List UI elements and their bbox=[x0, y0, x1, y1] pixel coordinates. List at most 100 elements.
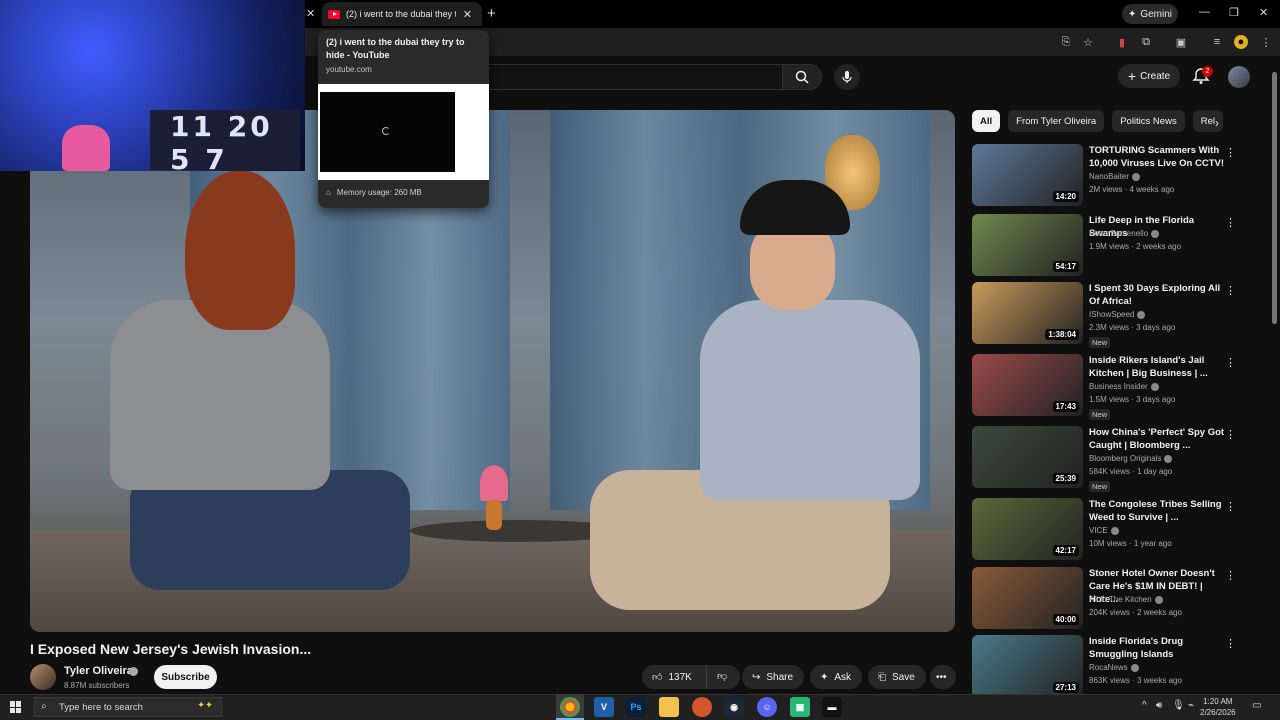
recommendation-item[interactable]: 1:38:04 I Spent 30 Days Exploring All Of … bbox=[972, 282, 1242, 348]
recommendation-channel[interactable]: NanoBaiter bbox=[1089, 172, 1141, 181]
cast-icon[interactable]: ⎘ bbox=[1059, 35, 1073, 49]
recommendation-title[interactable]: I Spent 30 Days Exploring All Of Africa! bbox=[1089, 282, 1227, 308]
mic-tray-icon[interactable]: 🎙︎ bbox=[1172, 700, 1185, 711]
taskbar-search-input[interactable]: ⌕ Type here to search ✦✦ bbox=[34, 697, 222, 717]
browser-tab-active[interactable]: (2) i went to the dubai they try ✕ bbox=[322, 2, 482, 26]
recommendation-title[interactable]: Inside Rikers Island's Jail Kitchen | Bi… bbox=[1089, 354, 1227, 380]
terminal-icon[interactable]: ▬ bbox=[822, 697, 842, 717]
more-options-icon[interactable]: ⋮ bbox=[1225, 284, 1236, 297]
sidepanel-icon[interactable]: ▣ bbox=[1174, 35, 1188, 49]
recommendation-thumbnail[interactable]: 1:38:04 bbox=[972, 282, 1083, 344]
video-duration: 25:39 bbox=[1052, 473, 1079, 484]
recommendation-meta: 204K views · 2 weeks ago bbox=[1089, 608, 1182, 617]
recommendation-thumbnail[interactable]: 17:43 bbox=[972, 354, 1083, 416]
photoshop-icon[interactable]: Ps bbox=[626, 697, 646, 717]
notifications-icon[interactable]: ▭ bbox=[1252, 700, 1261, 711]
memory-icon: ⌂ bbox=[326, 188, 331, 197]
channel-avatar[interactable] bbox=[30, 664, 56, 690]
menu-dots-icon[interactable]: ⋮ bbox=[1259, 35, 1273, 49]
search-input[interactable] bbox=[480, 64, 782, 90]
restore-icon[interactable]: ❐ bbox=[1229, 6, 1239, 19]
recommendation-item[interactable]: 27:13 Inside Florida's Drug Smuggling Isl… bbox=[972, 635, 1242, 701]
gemini-button[interactable]: ✦ Gemini bbox=[1122, 4, 1178, 24]
file-explorer-icon[interactable] bbox=[659, 697, 679, 717]
new-tab-icon[interactable]: + bbox=[487, 5, 496, 22]
network-icon[interactable]: ⌁ bbox=[1188, 700, 1194, 711]
tray-chevron-icon[interactable]: ^ bbox=[1142, 700, 1147, 711]
recommendation-thumbnail[interactable]: 42:17 bbox=[972, 498, 1083, 560]
recommendation-title[interactable]: TORTURING Scammers With 10,000 Viruses L… bbox=[1089, 144, 1227, 170]
subscribe-button[interactable]: Subscribe bbox=[154, 665, 217, 689]
more-actions-button[interactable]: ••• bbox=[930, 665, 956, 689]
like-button[interactable]: 👍︎ 137K bbox=[642, 665, 706, 689]
steam-icon[interactable]: ◉ bbox=[724, 697, 744, 717]
account-avatar[interactable] bbox=[1228, 66, 1250, 88]
recommendation-item[interactable]: 42:17 The Congolese Tribes Selling Weed t… bbox=[972, 498, 1242, 564]
chevron-right-icon[interactable]: › bbox=[1215, 116, 1219, 130]
search-button[interactable] bbox=[782, 64, 822, 90]
close-window-icon[interactable]: ✕ bbox=[1259, 6, 1268, 19]
profile-icon[interactable]: ● bbox=[1234, 35, 1248, 49]
recommendation-title[interactable]: Inside Florida's Drug Smuggling Islands bbox=[1089, 635, 1227, 661]
recommendation-thumbnail[interactable]: 40:00 bbox=[972, 567, 1083, 629]
video-duration: 14:20 bbox=[1052, 191, 1079, 202]
recommendation-channel[interactable]: Bloomberg Originals bbox=[1089, 454, 1173, 463]
bookmark-star-icon[interactable]: ☆ bbox=[1081, 35, 1095, 49]
channel-name[interactable]: Tyler Oliveira bbox=[64, 665, 133, 677]
volume-icon[interactable]: 🔊︎ bbox=[1156, 700, 1162, 711]
voice-search-button[interactable] bbox=[834, 64, 860, 90]
video-player[interactable] bbox=[30, 110, 955, 632]
windows-start-icon[interactable] bbox=[10, 701, 22, 713]
recommendation-item[interactable]: 54:17 Life Deep in the Florida Swamps Pete… bbox=[972, 214, 1242, 280]
recommendation-item[interactable]: 17:43 Inside Rikers Island's Jail Kitchen… bbox=[972, 354, 1242, 420]
recommendation-item[interactable]: 25:39 How China's 'Perfect' Spy Got Caugh… bbox=[972, 426, 1242, 492]
share-button[interactable]: ↪ Share bbox=[742, 665, 804, 689]
brave-icon[interactable] bbox=[692, 697, 712, 717]
scrollbar-thumb[interactable] bbox=[1272, 72, 1277, 324]
ask-button[interactable]: ✦ Ask bbox=[810, 665, 862, 689]
video-duration: 40:00 bbox=[1052, 614, 1079, 625]
more-options-icon[interactable]: ⋮ bbox=[1225, 637, 1236, 650]
app-icon[interactable]: ▦ bbox=[790, 697, 810, 717]
chip-from-channel[interactable]: From Tyler Oliveira bbox=[1008, 110, 1105, 132]
recommendation-title[interactable]: The Congolese Tribes Selling Weed to Sur… bbox=[1089, 498, 1227, 524]
recommendation-item[interactable]: 40:00 Stoner Hotel Owner Doesn't Care He'… bbox=[972, 567, 1242, 633]
recommendation-title[interactable]: How China's 'Perfect' Spy Got Caught | B… bbox=[1089, 426, 1227, 452]
more-options-icon[interactable]: ⋮ bbox=[1225, 569, 1236, 582]
close-tab-icon[interactable]: ✕ bbox=[463, 8, 472, 21]
plus-icon: + bbox=[1127, 68, 1137, 84]
more-options-icon[interactable]: ⋮ bbox=[1225, 146, 1236, 159]
recommendation-thumbnail[interactable]: 54:17 bbox=[972, 214, 1083, 276]
recommendation-thumbnail[interactable]: 27:13 bbox=[972, 635, 1083, 697]
recommendation-meta: 1.5M views · 3 days ago bbox=[1089, 395, 1176, 404]
vegas-icon[interactable]: V bbox=[594, 697, 614, 717]
more-options-icon[interactable]: ⋮ bbox=[1225, 356, 1236, 369]
recommendation-channel[interactable]: RocaNews bbox=[1089, 663, 1139, 672]
gemini-label: Gemini bbox=[1140, 8, 1173, 20]
dislike-button[interactable]: 👎︎ bbox=[706, 665, 740, 689]
recommendation-channel[interactable]: All In The Kitchen bbox=[1089, 595, 1163, 604]
recommendation-channel[interactable]: Peter Santenello bbox=[1089, 229, 1160, 238]
more-options-icon[interactable]: ⋮ bbox=[1225, 500, 1236, 513]
taskbar-clock[interactable]: 1:20 AM 2/26/2026 bbox=[1200, 696, 1236, 718]
more-options-icon[interactable]: ⋮ bbox=[1225, 216, 1236, 229]
recommendation-channel[interactable]: IShowSpeed bbox=[1089, 310, 1146, 319]
recommendation-item[interactable]: 14:20 TORTURING Scammers With 10,000 Viru… bbox=[972, 144, 1242, 210]
recommendation-thumbnail[interactable]: 14:20 bbox=[972, 144, 1083, 206]
media-icon[interactable]: ≡ bbox=[1210, 35, 1224, 49]
puzzle-icon[interactable]: ⧉ bbox=[1139, 35, 1153, 49]
discord-icon[interactable]: ☺ bbox=[757, 697, 777, 717]
save-button[interactable]: ⎗ Save bbox=[868, 665, 926, 689]
recommendation-thumbnail[interactable]: 25:39 bbox=[972, 426, 1083, 488]
chrome-icon[interactable] bbox=[560, 697, 580, 717]
extension-icon[interactable]: ▮ bbox=[1115, 35, 1129, 49]
chip-politics-news[interactable]: Politics News bbox=[1112, 110, 1185, 132]
video-duration: 42:17 bbox=[1052, 545, 1079, 556]
recommendation-channel[interactable]: Business Insider bbox=[1089, 382, 1159, 391]
minimize-icon[interactable]: — bbox=[1199, 6, 1210, 18]
close-tab-icon[interactable]: ✕ bbox=[306, 7, 315, 20]
more-options-icon[interactable]: ⋮ bbox=[1225, 428, 1236, 441]
recommendation-channel[interactable]: VICE bbox=[1089, 526, 1119, 535]
chip-all[interactable]: All bbox=[972, 110, 1001, 132]
create-button[interactable]: + Create bbox=[1118, 64, 1180, 88]
